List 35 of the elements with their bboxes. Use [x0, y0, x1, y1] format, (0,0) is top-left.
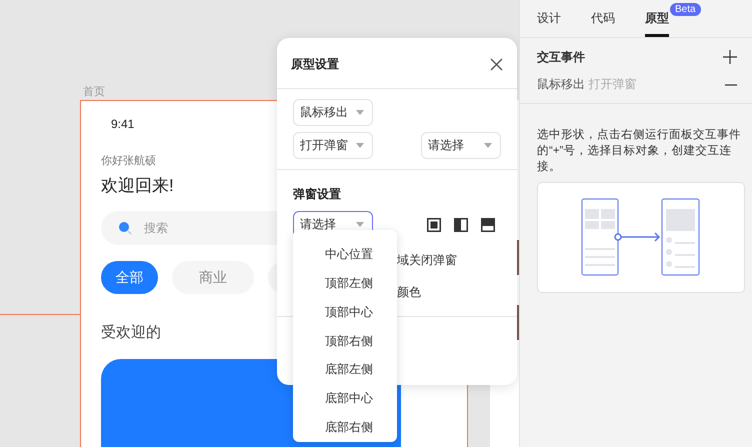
target-select[interactable]: 请选择	[421, 132, 501, 159]
section-title: 受欢迎的	[101, 323, 161, 342]
caret-icon	[484, 143, 492, 148]
dropdown-option[interactable]: 底部中心	[293, 384, 397, 414]
panel-tab[interactable]: 代码	[591, 10, 615, 37]
frame-label: 首页	[83, 85, 105, 99]
event-select[interactable]: 鼠标移出	[293, 99, 373, 126]
caret-icon	[356, 143, 364, 148]
caret-icon	[356, 222, 364, 227]
option-label: 域关闭弹窗	[397, 252, 457, 269]
top-layout-icon[interactable]	[481, 218, 495, 232]
beta-badge: Beta	[670, 3, 701, 16]
dropdown-option[interactable]: 顶部右侧	[293, 326, 397, 356]
welcome-title: 欢迎回来!	[101, 175, 174, 197]
search-icon	[118, 221, 132, 235]
help-text: 选中形状，点击右侧运行面板交互事件的“+”号，选择目标对象，创建交互连接。	[536, 127, 742, 175]
greeting-text: 你好张航硕	[101, 154, 156, 168]
close-icon[interactable]	[488, 56, 505, 72]
interaction-event[interactable]: 鼠标移出 打开弹窗	[537, 76, 636, 93]
dialog-title: 原型设置	[291, 56, 339, 72]
center-layout-icon[interactable]	[427, 218, 441, 232]
category-chip[interactable]: 全部	[101, 261, 158, 294]
dropdown-option[interactable]: 底部左侧	[293, 355, 397, 384]
section-title: 交互事件	[537, 48, 585, 66]
caret-icon	[356, 110, 364, 115]
dropdown-option[interactable]: 底部右侧	[293, 413, 397, 442]
left-layout-icon[interactable]	[454, 218, 468, 232]
add-icon[interactable]	[723, 50, 737, 64]
panel-tab[interactable]: 设计	[537, 10, 561, 37]
dropdown-option[interactable]: 顶部左侧	[293, 268, 397, 298]
option-label: 颜色	[397, 284, 421, 301]
status-time: 9:41	[111, 117, 136, 131]
action-select[interactable]: 打开弹窗	[293, 132, 373, 159]
section-title: 弹窗设置	[293, 186, 342, 203]
dropdown-option[interactable]: 顶部中心	[293, 298, 397, 327]
